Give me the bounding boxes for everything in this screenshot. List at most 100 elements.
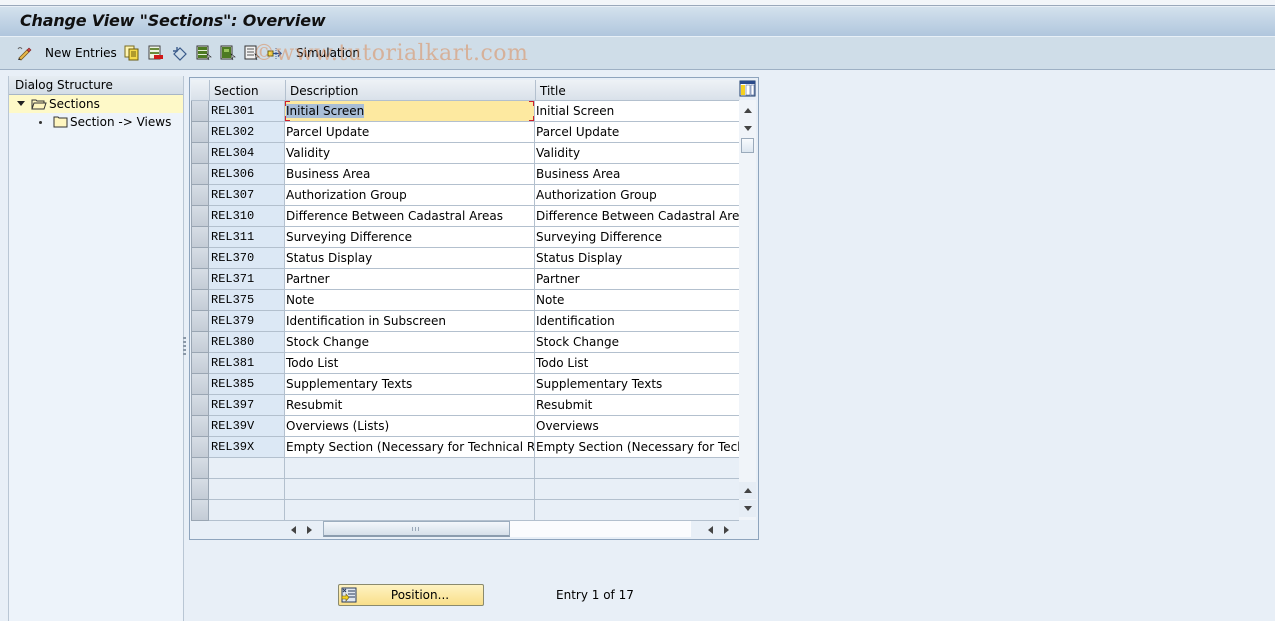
select-block-icon [220, 45, 236, 61]
description-field[interactable]: Note [285, 290, 535, 311]
display-change-button[interactable] [16, 44, 32, 62]
description-field[interactable]: Overviews (Lists) [285, 416, 535, 437]
table-settings-button[interactable] [739, 80, 756, 97]
row-selector[interactable] [191, 164, 209, 185]
section-cell: REL380 [209, 332, 285, 353]
column-header-section[interactable]: Section [210, 80, 286, 101]
expand-triangle-icon[interactable] [17, 101, 25, 106]
table-row: REL385 Supplementary Texts Supplementary T… [191, 374, 739, 395]
section-cell: REL301 [209, 101, 285, 122]
description-field[interactable]: Status Display [285, 248, 535, 269]
scroll-right-end-button[interactable] [719, 521, 733, 538]
row-selector[interactable] [191, 185, 209, 206]
title-field[interactable]: Supplementary Texts [535, 374, 739, 395]
page-down-button[interactable] [739, 500, 756, 517]
scroll-down-button[interactable] [739, 120, 756, 137]
row-selector[interactable] [191, 458, 209, 479]
row-selector[interactable] [191, 395, 209, 416]
description-field[interactable]: Identification in Subscreen [285, 311, 535, 332]
title-field[interactable]: Business Area [535, 164, 739, 185]
description-field[interactable]: Partner [285, 269, 535, 290]
description-field[interactable]: Supplementary Texts [285, 374, 535, 395]
title-field[interactable]: Parcel Update [535, 122, 739, 143]
description-field[interactable]: Business Area [285, 164, 535, 185]
title-field[interactable]: Surveying Difference [535, 227, 739, 248]
simulation-button[interactable]: Simulation [267, 44, 360, 62]
row-selector[interactable] [191, 206, 209, 227]
scroll-left-button[interactable] [286, 521, 300, 538]
section-cell: REL304 [209, 143, 285, 164]
description-field[interactable]: Validity [285, 143, 535, 164]
row-selector[interactable] [191, 353, 209, 374]
page-up-button[interactable] [739, 482, 756, 499]
title-field[interactable]: Todo List [535, 353, 739, 374]
title-field[interactable]: Note [535, 290, 739, 311]
delete-button[interactable] [148, 44, 164, 62]
empty-cell [535, 458, 739, 479]
tree-item-label: Sections [49, 97, 100, 111]
row-selector[interactable] [191, 269, 209, 290]
deselect-all-button[interactable] [244, 44, 260, 62]
empty-cell [285, 458, 535, 479]
new-entries-button[interactable]: New Entries [45, 44, 117, 62]
row-selector[interactable] [191, 101, 209, 122]
select-all-button[interactable] [196, 44, 212, 62]
scroll-right-button[interactable] [302, 521, 316, 538]
transport-icon [267, 45, 283, 61]
entry-counter: Entry 1 of 17 [556, 588, 634, 602]
title-field[interactable]: Partner [535, 269, 739, 290]
row-selector[interactable] [191, 248, 209, 269]
focus-marker [529, 101, 534, 106]
description-field[interactable]: Difference Between Cadastral Areas [285, 206, 535, 227]
tree-item-section-views[interactable]: Section -> Views [9, 113, 183, 131]
title-field[interactable]: Identification [535, 311, 739, 332]
panel-splitter[interactable] [183, 337, 186, 357]
empty-table-row [191, 500, 739, 521]
select-block-button[interactable] [220, 44, 236, 62]
description-field[interactable]: Empty Section (Necessary for Technical R… [285, 437, 535, 458]
description-field[interactable]: Resubmit [285, 395, 535, 416]
vertical-scroll-thumb[interactable] [741, 138, 754, 153]
scroll-up-button[interactable] [739, 102, 756, 119]
row-selector[interactable] [191, 143, 209, 164]
row-selector[interactable] [191, 479, 209, 500]
title-field[interactable]: Overviews [535, 416, 739, 437]
row-selector[interactable] [191, 290, 209, 311]
title-field[interactable]: Initial Screen [535, 101, 739, 122]
title-field[interactable]: Validity [535, 143, 739, 164]
description-field[interactable]: Initial Screen [285, 101, 535, 122]
undo-change-button[interactable] [172, 44, 188, 62]
table-row: REL306 Business Area Business Area [191, 164, 739, 185]
title-field[interactable]: Authorization Group [535, 185, 739, 206]
row-selector[interactable] [191, 227, 209, 248]
title-field[interactable]: Status Display [535, 248, 739, 269]
section-cell: REL385 [209, 374, 285, 395]
title-field[interactable]: Resubmit [535, 395, 739, 416]
scroll-left-end-button[interactable] [703, 521, 717, 538]
vertical-scrollbar[interactable] [739, 100, 756, 520]
row-selector[interactable] [191, 122, 209, 143]
description-field[interactable]: Todo List [285, 353, 535, 374]
row-selector[interactable] [191, 374, 209, 395]
row-selector[interactable] [191, 311, 209, 332]
row-selector[interactable] [191, 332, 209, 353]
select-all-rows-button[interactable] [191, 80, 210, 101]
title-field[interactable]: Empty Section (Necessary for Techni [535, 437, 739, 458]
description-field[interactable]: Authorization Group [285, 185, 535, 206]
description-field[interactable]: Surveying Difference [285, 227, 535, 248]
position-button[interactable]: Position... [338, 584, 484, 606]
title-field[interactable]: Difference Between Cadastral Areas [535, 206, 739, 227]
column-header-description[interactable]: Description [286, 80, 536, 101]
table-row: REL307 Authorization Group Authorization G… [191, 185, 739, 206]
table-row: REL310 Difference Between Cadastral Areas… [191, 206, 739, 227]
row-selector[interactable] [191, 500, 209, 521]
tree-item-sections[interactable]: Sections [9, 95, 183, 113]
horizontal-scroll-thumb[interactable] [323, 521, 510, 537]
row-selector[interactable] [191, 437, 209, 458]
description-field[interactable]: Stock Change [285, 332, 535, 353]
copy-as-button[interactable] [124, 44, 140, 62]
column-header-title[interactable]: Title [536, 80, 740, 101]
title-field[interactable]: Stock Change [535, 332, 739, 353]
description-field[interactable]: Parcel Update [285, 122, 535, 143]
row-selector[interactable] [191, 416, 209, 437]
